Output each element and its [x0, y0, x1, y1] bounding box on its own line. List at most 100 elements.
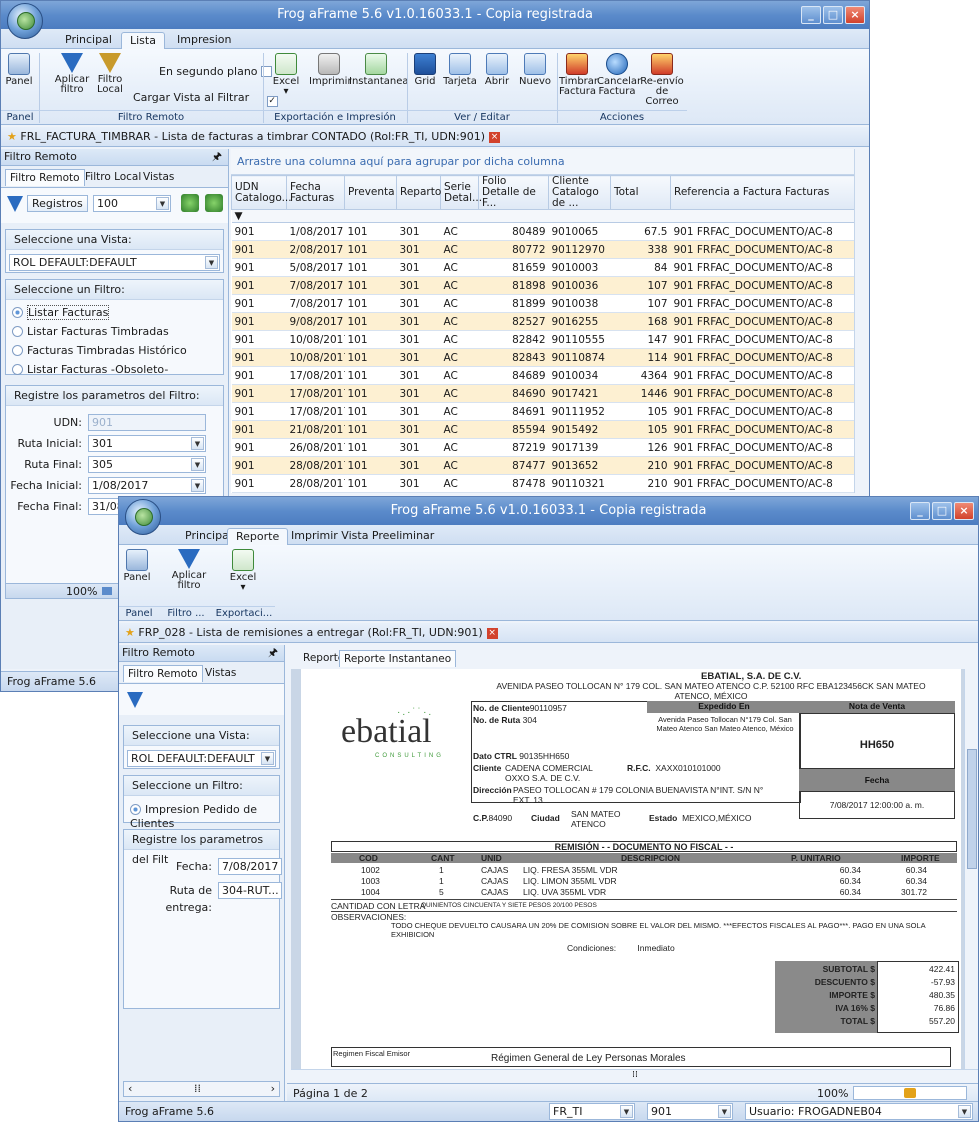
snapshot-button[interactable]: Instantanea [349, 53, 409, 87]
col-total[interactable]: Total [610, 175, 671, 210]
table-row[interactable]: 901 2/08/2017 101 301 AC 80772 90112970 338 901 … [231, 240, 857, 259]
col-cliente[interactable]: Cliente Catalogo de ... [548, 175, 611, 210]
load-view-option[interactable]: Cargar Vista al Filtrar ✓ [133, 91, 278, 107]
col-serie[interactable]: Serie Detal... [440, 175, 482, 210]
close-button[interactable]: × [845, 6, 865, 24]
fecha-field[interactable]: 7/08/2017 [218, 858, 282, 875]
document-tab[interactable]: ★ FRP_028 - Lista de remisiones a entreg… [119, 623, 978, 643]
col-udn[interactable]: UDN Catalogo... [231, 175, 292, 210]
table-row[interactable]: 901 5/08/2017 101 301 AC 81659 9010003 84 901 FR… [231, 258, 857, 277]
filter-option[interactable]: Listar Facturas -Obsoleto- [12, 363, 168, 377]
col-folio[interactable]: Folio Detalle de F... [478, 175, 549, 210]
table-row[interactable]: 901 21/08/2017 101 301 AC 85594 9015492 105 901 … [231, 420, 857, 439]
group-filtro[interactable]: Filtro ... [159, 606, 213, 620]
ruta-inicial-combo[interactable]: 301 ▼ [88, 435, 206, 452]
panel-hscroll[interactable]: ‹ ⁞⁞ › [123, 1081, 280, 1097]
group-filtro-remoto[interactable]: Filtro Remoto [39, 110, 263, 124]
close-tab-icon[interactable]: × [486, 627, 498, 639]
resend-email-button[interactable]: Re-envío de Correo [639, 53, 685, 107]
group-acciones[interactable]: Acciones [557, 110, 687, 124]
minimize-button[interactable]: _ [801, 6, 821, 24]
table-row[interactable]: 901 26/08/2017 101 301 AC 87219 9017139 126 901 … [231, 438, 857, 457]
ruta-field[interactable]: 304-RUT... [218, 882, 282, 899]
app-menu-orb[interactable] [7, 3, 43, 39]
close-tab-icon[interactable]: × [489, 131, 501, 143]
table-row[interactable]: 901 7/08/2017 101 301 AC 81898 9010036 107 901 F… [231, 276, 857, 295]
maximize-button[interactable]: □ [932, 502, 952, 520]
filter-option[interactable]: Listar Facturas Timbradas [12, 325, 169, 339]
view-combo[interactable]: ROL DEFAULT:DEFAULT ▼ [9, 254, 220, 271]
view-combo[interactable]: ROL DEFAULT:DEFAULT ▼ [127, 750, 276, 767]
local-filter-button[interactable]: Filtro Local [93, 53, 127, 95]
panel-button[interactable]: Panel [123, 549, 151, 583]
maximize-button[interactable]: □ [823, 6, 843, 24]
tab-lista[interactable]: Lista [121, 32, 165, 49]
col-referencia[interactable]: Referencia a Factura Facturas [670, 175, 857, 210]
load-view-checkbox[interactable]: ✓ [266, 96, 278, 107]
save-filter-icon[interactable] [205, 194, 223, 212]
cancel-invoice-button[interactable]: Cancelar Factura [597, 53, 641, 97]
excel-button[interactable]: Excel ▾ [271, 53, 301, 97]
filter-icon[interactable] [7, 196, 23, 212]
pin-icon[interactable]: 🖈 [212, 149, 222, 165]
background-option[interactable]: En segundo plano [159, 65, 273, 78]
tab-filtro-remoto[interactable]: Filtro Remoto [5, 169, 85, 186]
title-bar[interactable]: Frog aFrame 5.6 v1.0.16033.1 - Copia reg… [1, 1, 869, 29]
excel-button[interactable]: Excel ▾ [223, 549, 263, 593]
minimize-button[interactable]: _ [910, 502, 930, 520]
apply-filter-button[interactable]: Aplicar filtro [169, 549, 209, 591]
tab-filtro-local[interactable]: Filtro Local [81, 169, 145, 186]
pin-icon[interactable]: 🖈 [268, 645, 278, 661]
tab-print-preview[interactable]: Imprimir Vista Preeliminar [283, 528, 442, 545]
document-tab[interactable]: ★ FRL_FACTURA_TIMBRAR - Lista de factura… [1, 127, 869, 147]
table-row[interactable]: 901 10/08/2017 101 301 AC 82843 90110874 114 901… [231, 348, 857, 367]
zoom-slider[interactable] [853, 1086, 967, 1100]
tab-vistas[interactable]: Vistas [201, 665, 240, 682]
report-hscroll[interactable]: ⁞⁞ [291, 1069, 978, 1081]
panel-button[interactable]: Panel [5, 53, 33, 87]
new-button[interactable]: Nuevo [519, 53, 551, 87]
filter-option[interactable]: Listar Facturas [12, 305, 110, 320]
group-panel[interactable]: Panel [119, 606, 159, 620]
zoom-thumb[interactable] [904, 1088, 916, 1098]
group-export[interactable]: Exportación e Impresión [263, 110, 407, 124]
tab-vistas[interactable]: Vistas [139, 169, 178, 186]
print-button[interactable]: Imprimir [309, 53, 352, 87]
group-ver-editar[interactable]: Ver / Editar [407, 110, 557, 124]
open-button[interactable]: Abrir [483, 53, 511, 87]
registros-combo[interactable]: 100 ▼ [93, 195, 171, 212]
filter-option[interactable]: Facturas Timbradas Histórico [12, 344, 187, 358]
tab-reporte-instantaneo[interactable]: Reporte Instantaneo [339, 650, 457, 667]
apply-filter-button[interactable]: Aplicar filtro [51, 53, 93, 95]
table-row[interactable]: 901 28/08/2017 101 301 AC 87478 90110321 210 901… [231, 474, 857, 493]
app-menu-orb[interactable] [125, 499, 161, 535]
table-row[interactable]: 901 1/08/2017 101 301 AC 80489 9010065 67.5 901 … [231, 222, 857, 241]
card-button[interactable]: Tarjeta [443, 53, 477, 87]
filter-icon[interactable] [127, 692, 143, 708]
group-export[interactable]: Exportaci... [213, 606, 275, 620]
table-row[interactable]: 901 17/08/2017 101 301 AC 84689 9010034 4364 901… [231, 366, 857, 385]
filter-option[interactable]: Impresion Pedido de Clientes [130, 803, 279, 831]
ruta-final-combo[interactable]: 305 ▼ [88, 456, 206, 473]
table-row[interactable]: 901 9/08/2017 101 301 AC 82527 9016255 168 901 F… [231, 312, 857, 331]
title-bar[interactable]: Frog aFrame 5.6 v1.0.16033.1 - Copia reg… [119, 497, 978, 525]
table-row[interactable]: 901 28/08/2017 101 301 AC 87477 9013652 210 901 … [231, 456, 857, 475]
grid-button[interactable]: Grid [413, 53, 437, 87]
add-filter-icon[interactable] [181, 194, 199, 212]
filter-row[interactable]: ▼ [231, 209, 857, 223]
rol-combo[interactable]: FR_TI ▼ [549, 1103, 635, 1120]
tab-impresion[interactable]: Impresion [169, 32, 239, 49]
col-fecha[interactable]: Fecha Facturas [286, 175, 345, 210]
grid-scrollbar[interactable] [854, 149, 869, 493]
report-vscroll[interactable] [964, 669, 978, 1069]
col-preventa[interactable]: Preventa [344, 175, 397, 210]
group-panel[interactable]: Panel [1, 110, 39, 124]
tab-principal[interactable]: Principal [57, 32, 120, 49]
table-row[interactable]: 901 17/08/2017 101 301 AC 84691 90111952 105 901… [231, 402, 857, 421]
col-reparto[interactable]: Reparto [396, 175, 441, 210]
udn-combo[interactable]: 901 ▼ [647, 1103, 733, 1120]
zoom-minus-icon[interactable] [102, 587, 112, 595]
table-row[interactable]: 901 10/08/2017 101 301 AC 82842 90110555 147 901… [231, 330, 857, 349]
fecha-inicial-combo[interactable]: 1/08/2017 ▼ [88, 477, 206, 494]
user-combo[interactable]: Usuario: FROGADNEB04 ▼ [745, 1103, 973, 1120]
